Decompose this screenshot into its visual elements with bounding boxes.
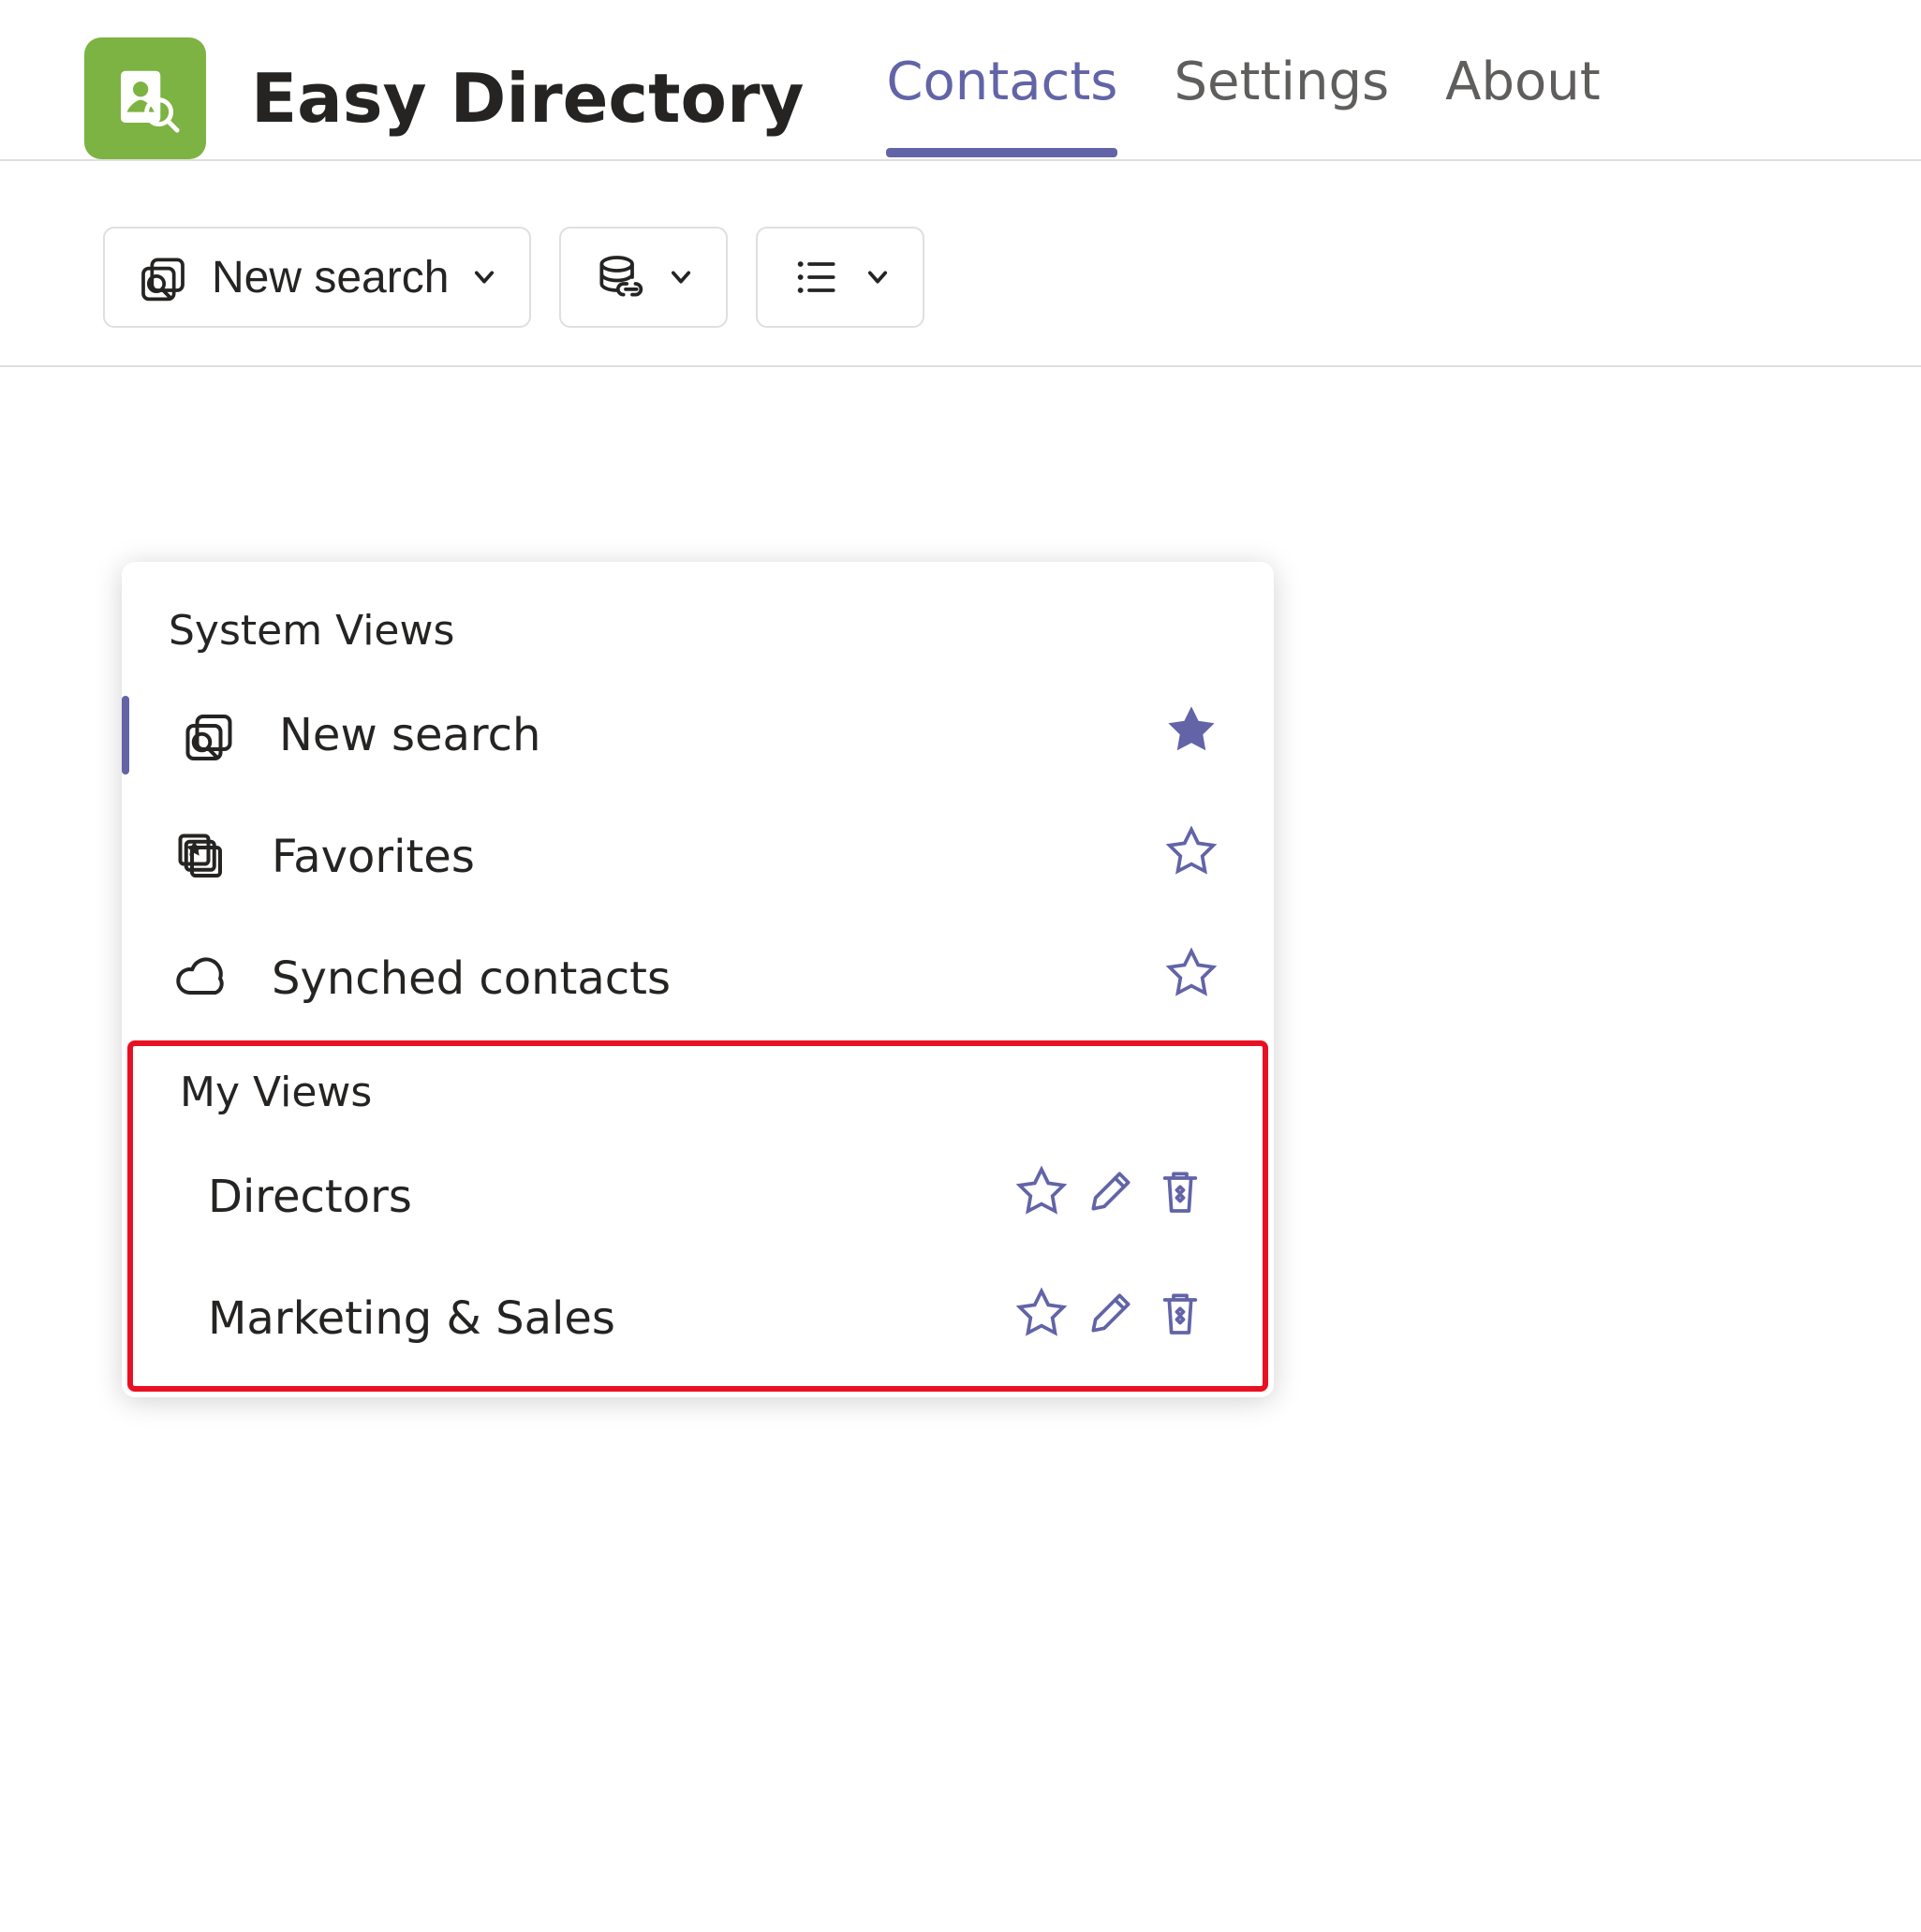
my-view-directors[interactable]: Directors xyxy=(133,1144,1263,1249)
system-view-favorites[interactable]: Favorites xyxy=(122,804,1274,909)
list-view-button[interactable] xyxy=(756,227,924,328)
system-view-synched-contacts[interactable]: Synched contacts xyxy=(122,926,1274,1031)
tabs: Contacts Settings About xyxy=(886,42,1600,155)
views-dropdown: System Views New search xyxy=(122,562,1274,1397)
star-filled-icon[interactable] xyxy=(1165,703,1218,767)
datasource-button[interactable] xyxy=(559,227,728,328)
tab-contacts[interactable]: Contacts xyxy=(886,42,1117,155)
system-views-heading: System Views xyxy=(122,599,1274,683)
search-window-icon xyxy=(176,707,242,763)
list-icon xyxy=(790,251,842,303)
edit-icon[interactable] xyxy=(1085,1287,1137,1350)
favorites-stack-icon xyxy=(169,829,234,885)
star-outline-icon[interactable] xyxy=(1015,1165,1068,1229)
search-window-icon xyxy=(137,251,189,303)
star-outline-icon[interactable] xyxy=(1165,947,1218,1010)
chevron-down-icon xyxy=(864,264,891,290)
star-outline-icon[interactable] xyxy=(1165,825,1218,889)
my-view-marketing-sales[interactable]: Marketing & Sales xyxy=(133,1266,1263,1371)
app-logo xyxy=(84,37,206,159)
chevron-down-icon xyxy=(668,264,694,290)
tab-about[interactable]: About xyxy=(1445,42,1601,155)
chevron-down-icon xyxy=(471,264,497,290)
view-label: Directors xyxy=(208,1171,978,1223)
delete-icon[interactable] xyxy=(1154,1165,1206,1229)
system-view-new-search[interactable]: New search xyxy=(122,683,1274,788)
my-views-heading: My Views xyxy=(133,1069,1263,1144)
star-outline-icon[interactable] xyxy=(1015,1287,1068,1350)
delete-icon[interactable] xyxy=(1154,1287,1206,1350)
database-link-icon xyxy=(593,251,645,303)
toolbar: New search xyxy=(0,161,1921,367)
new-search-label: New search xyxy=(212,252,449,303)
app-title: Easy Directory xyxy=(251,65,804,132)
view-label: Synched contacts xyxy=(272,952,1128,1005)
cloud-icon xyxy=(169,951,234,1007)
view-label: Favorites xyxy=(272,831,1128,883)
new-search-button[interactable]: New search xyxy=(103,227,531,328)
app-header: Easy Directory Contacts Settings About xyxy=(0,0,1921,161)
view-label: New search xyxy=(279,709,1128,761)
view-label: Marketing & Sales xyxy=(208,1292,978,1345)
my-views-highlight: My Views Directors Marketin xyxy=(127,1040,1268,1392)
tab-settings[interactable]: Settings xyxy=(1174,42,1389,155)
edit-icon[interactable] xyxy=(1085,1165,1137,1229)
